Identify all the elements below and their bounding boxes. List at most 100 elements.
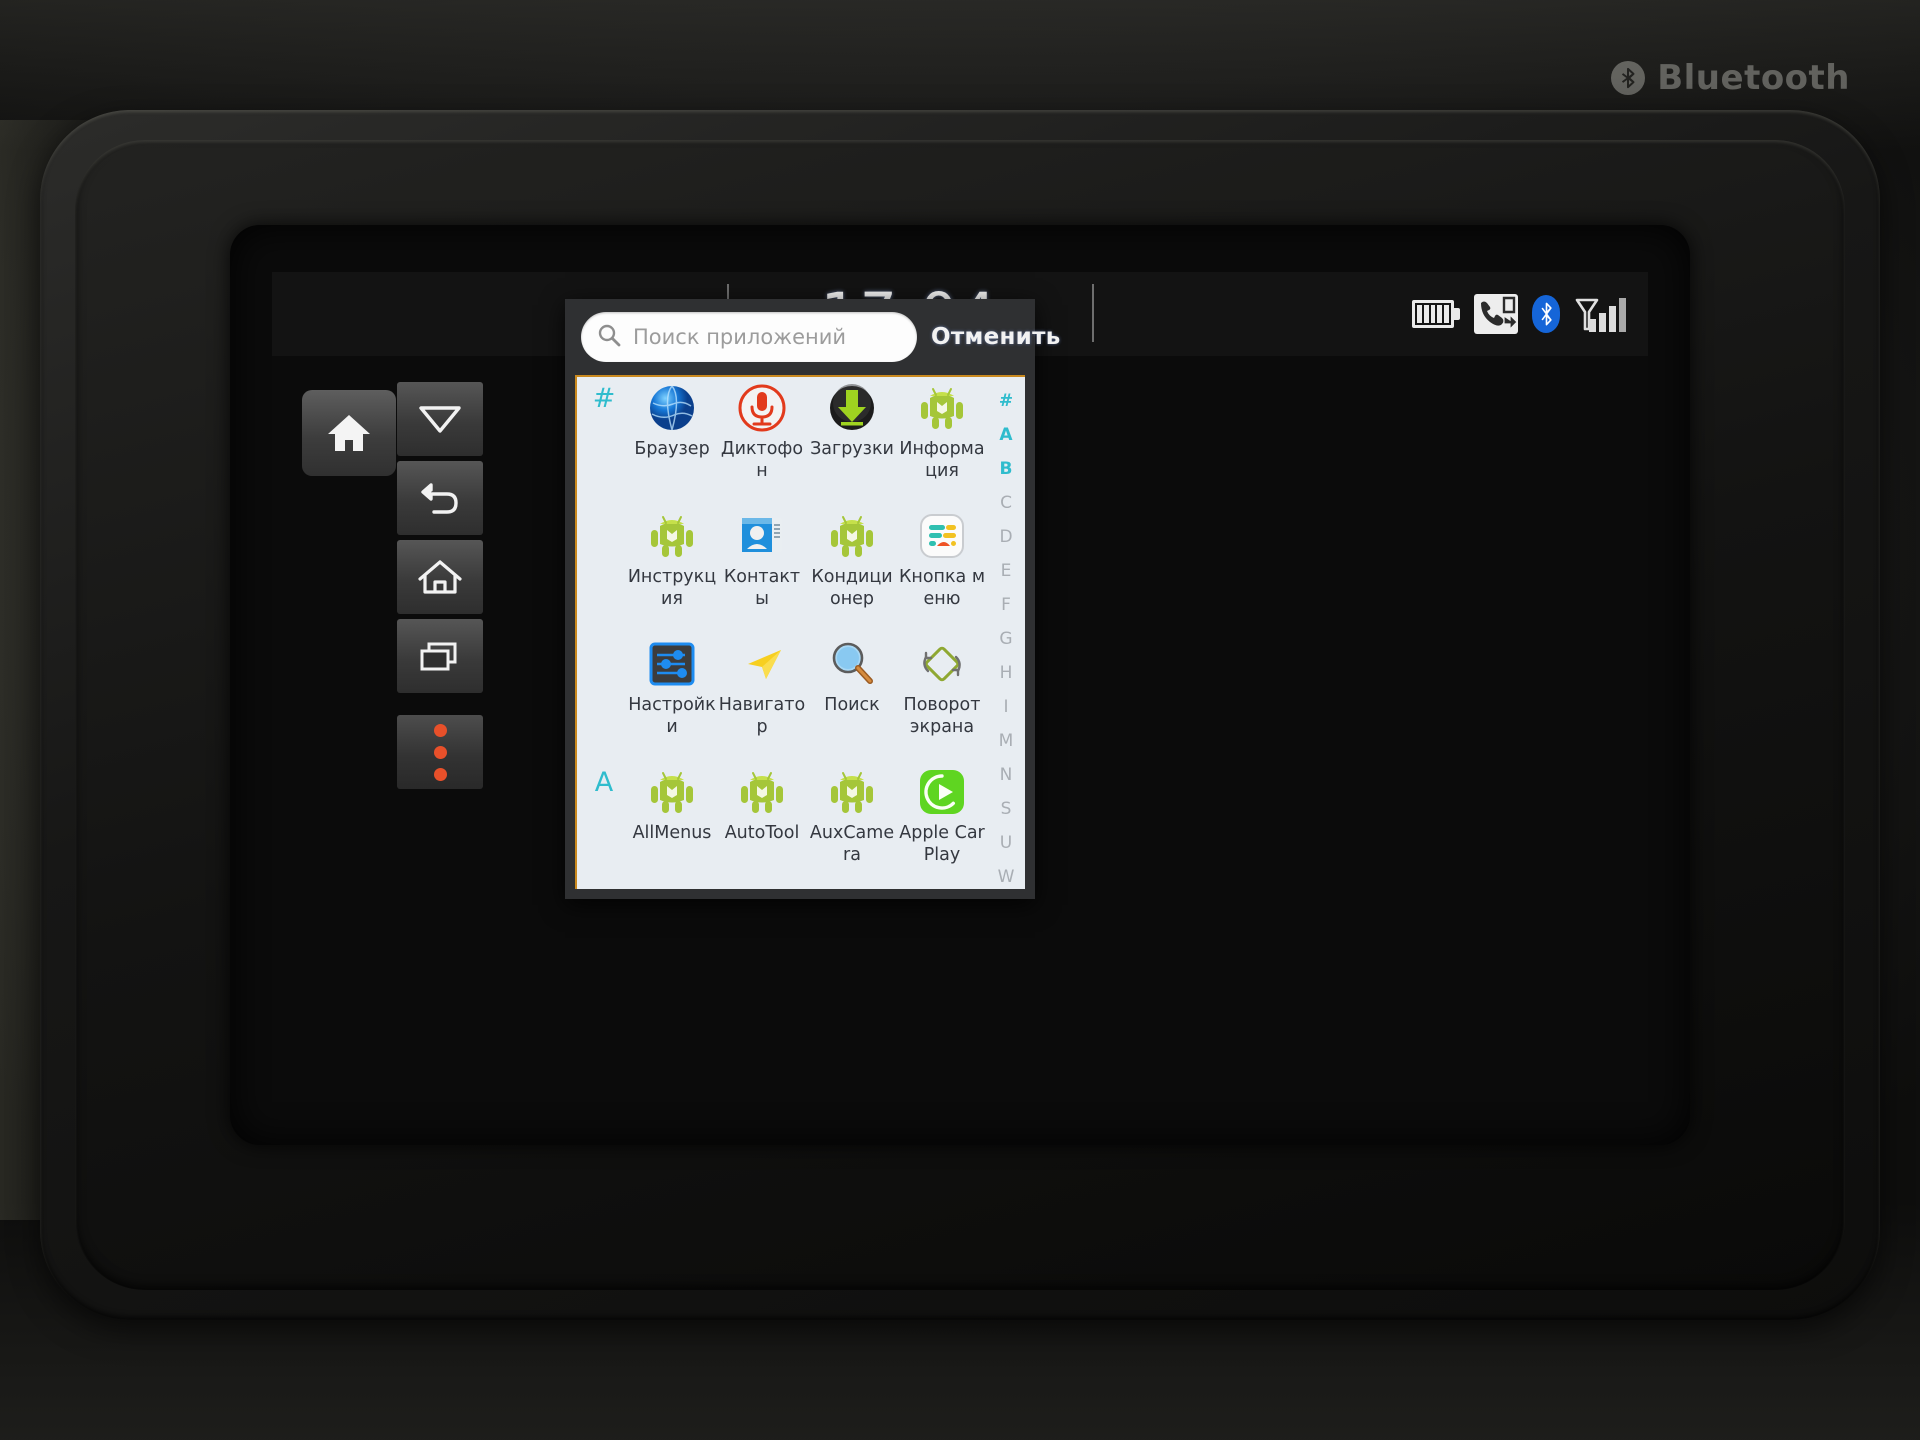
navigation-arrow-icon <box>735 637 789 691</box>
app-label: AutoTool <box>724 823 800 843</box>
app-label: Кондиционер <box>811 567 893 609</box>
alpha-index-item[interactable]: U <box>1000 827 1012 860</box>
app-tile-apple-carplay[interactable]: Apple CarPlay <box>897 761 987 889</box>
hide-bar-button[interactable] <box>397 382 483 456</box>
app-label: Поворот экрана <box>903 695 981 737</box>
app-tile-information[interactable]: Информация <box>897 377 987 505</box>
microphone-icon <box>735 381 789 435</box>
section-header-a: A <box>594 767 614 798</box>
app-tile-allmenus[interactable]: AllMenus <box>627 761 717 889</box>
status-separator-right <box>1092 284 1094 342</box>
home-outline-icon <box>417 558 463 596</box>
app-row: AllMenus AutoTool AuxCamera Apple CarPla… <box>627 761 987 889</box>
alpha-index-item[interactable]: N <box>1000 759 1013 792</box>
search-input[interactable] <box>633 325 901 349</box>
bluetooth-brand-label: Bluetooth <box>1657 58 1850 98</box>
app-label: Поиск <box>824 695 880 715</box>
app-label: Контакты <box>723 567 801 609</box>
app-label: AuxCamera <box>809 823 895 865</box>
nav-column-primary <box>302 390 396 481</box>
overflow-menu-button[interactable] <box>397 715 483 789</box>
cancel-button[interactable]: Отменить <box>927 320 1065 354</box>
app-tile-navigator[interactable]: Навигатор <box>717 633 807 761</box>
three-dots-icon <box>433 723 447 781</box>
home-filled-icon <box>326 412 372 454</box>
alpha-index-item[interactable]: F <box>1001 589 1011 622</box>
app-label: Кнопка меню <box>898 567 986 609</box>
app-row: Браузер Диктофон Загрузки Информация <box>627 377 987 505</box>
app-label: Инструкция <box>627 567 717 609</box>
app-label: Браузер <box>634 439 710 459</box>
app-tile-voice-recorder[interactable]: Диктофон <box>717 377 807 505</box>
app-tile-screen-rotate[interactable]: Поворот экрана <box>897 633 987 761</box>
alpha-index-item[interactable]: M <box>999 725 1014 758</box>
alpha-index-item[interactable]: C <box>1000 487 1012 520</box>
app-tile-downloads[interactable]: Загрузки <box>807 377 897 505</box>
app-tile-autotool[interactable]: AutoTool <box>717 761 807 889</box>
alphabet-index[interactable]: # A B C D E F G H I M N S U W <box>987 377 1025 889</box>
app-label: Диктофон <box>720 439 804 481</box>
nav-column-secondary <box>397 382 483 794</box>
android-icon <box>915 381 969 435</box>
status-icon-tray <box>1412 290 1626 338</box>
alpha-index-item[interactable]: S <box>1001 793 1012 826</box>
app-label: Настройки <box>628 695 716 737</box>
app-tile-settings[interactable]: Настройки <box>627 633 717 761</box>
app-tile-menu-button[interactable]: Кнопка меню <box>897 505 987 633</box>
app-label: Apple CarPlay <box>899 823 985 865</box>
download-icon <box>825 381 879 435</box>
bluetooth-icon <box>1532 295 1560 333</box>
app-row: Инструкция Контакты Кондиционер Кнопка м… <box>627 505 987 633</box>
carplay-icon <box>915 765 969 819</box>
recents-button[interactable] <box>397 619 483 693</box>
android-icon <box>735 765 789 819</box>
alpha-index-item[interactable]: E <box>1001 555 1012 588</box>
app-label: Навигатор <box>718 695 806 737</box>
search-box[interactable] <box>581 312 917 362</box>
section-row: # Браузер Диктофон Загрузки Информация <box>581 377 987 505</box>
android-icon <box>825 509 879 563</box>
magnifier-icon <box>825 637 879 691</box>
battery-icon <box>1412 300 1460 328</box>
app-label: Информация <box>899 439 985 481</box>
app-tile-contacts[interactable]: Контакты <box>717 505 807 633</box>
section-row: Настройки Навигатор Поиск Поворот экрана <box>581 633 987 761</box>
call-download-icon <box>1474 294 1518 334</box>
alpha-index-item[interactable]: G <box>999 623 1012 656</box>
app-tile-instruction[interactable]: Инструкция <box>627 505 717 633</box>
globe-icon <box>645 381 699 435</box>
app-grid: # Браузер Диктофон Загрузки Информация И… <box>577 377 987 889</box>
home-filled-button[interactable] <box>302 390 396 476</box>
alpha-index-item[interactable]: D <box>999 521 1012 554</box>
android-icon <box>825 765 879 819</box>
app-grid-area: # Браузер Диктофон Загрузки Информация И… <box>575 375 1025 889</box>
app-row: Настройки Навигатор Поиск Поворот экрана <box>627 633 987 761</box>
settings-sliders-icon <box>645 637 699 691</box>
triangle-down-icon <box>418 404 462 434</box>
home-outline-button[interactable] <box>397 540 483 614</box>
alpha-index-item[interactable]: # <box>999 385 1013 418</box>
menu-button-icon <box>915 509 969 563</box>
signal-icon <box>1574 296 1626 332</box>
app-label: Загрузки <box>810 439 894 459</box>
contacts-icon <box>735 509 789 563</box>
android-icon <box>645 509 699 563</box>
search-icon <box>597 323 621 351</box>
alpha-index-item[interactable]: B <box>1000 453 1013 486</box>
alpha-index-item[interactable]: A <box>999 419 1012 452</box>
alpha-index-item[interactable]: H <box>1000 657 1013 690</box>
bluetooth-brand: Bluetooth <box>1611 58 1850 98</box>
app-tile-browser[interactable]: Браузер <box>627 377 717 505</box>
alpha-index-item[interactable]: I <box>1003 691 1008 724</box>
head-unit-screen: 17:04 <box>272 272 1648 1102</box>
section-header-hash: # <box>592 383 616 414</box>
app-tile-auxcamera[interactable]: AuxCamera <box>807 761 897 889</box>
screen-rotate-icon <box>915 637 969 691</box>
app-drawer-panel: Отменить # <box>565 299 1060 899</box>
back-button[interactable] <box>397 461 483 535</box>
alpha-index-item[interactable]: W <box>998 861 1015 894</box>
app-tile-air-conditioner[interactable]: Кондиционер <box>807 505 897 633</box>
app-tile-search[interactable]: Поиск <box>807 633 897 761</box>
app-label: AllMenus <box>632 823 712 843</box>
